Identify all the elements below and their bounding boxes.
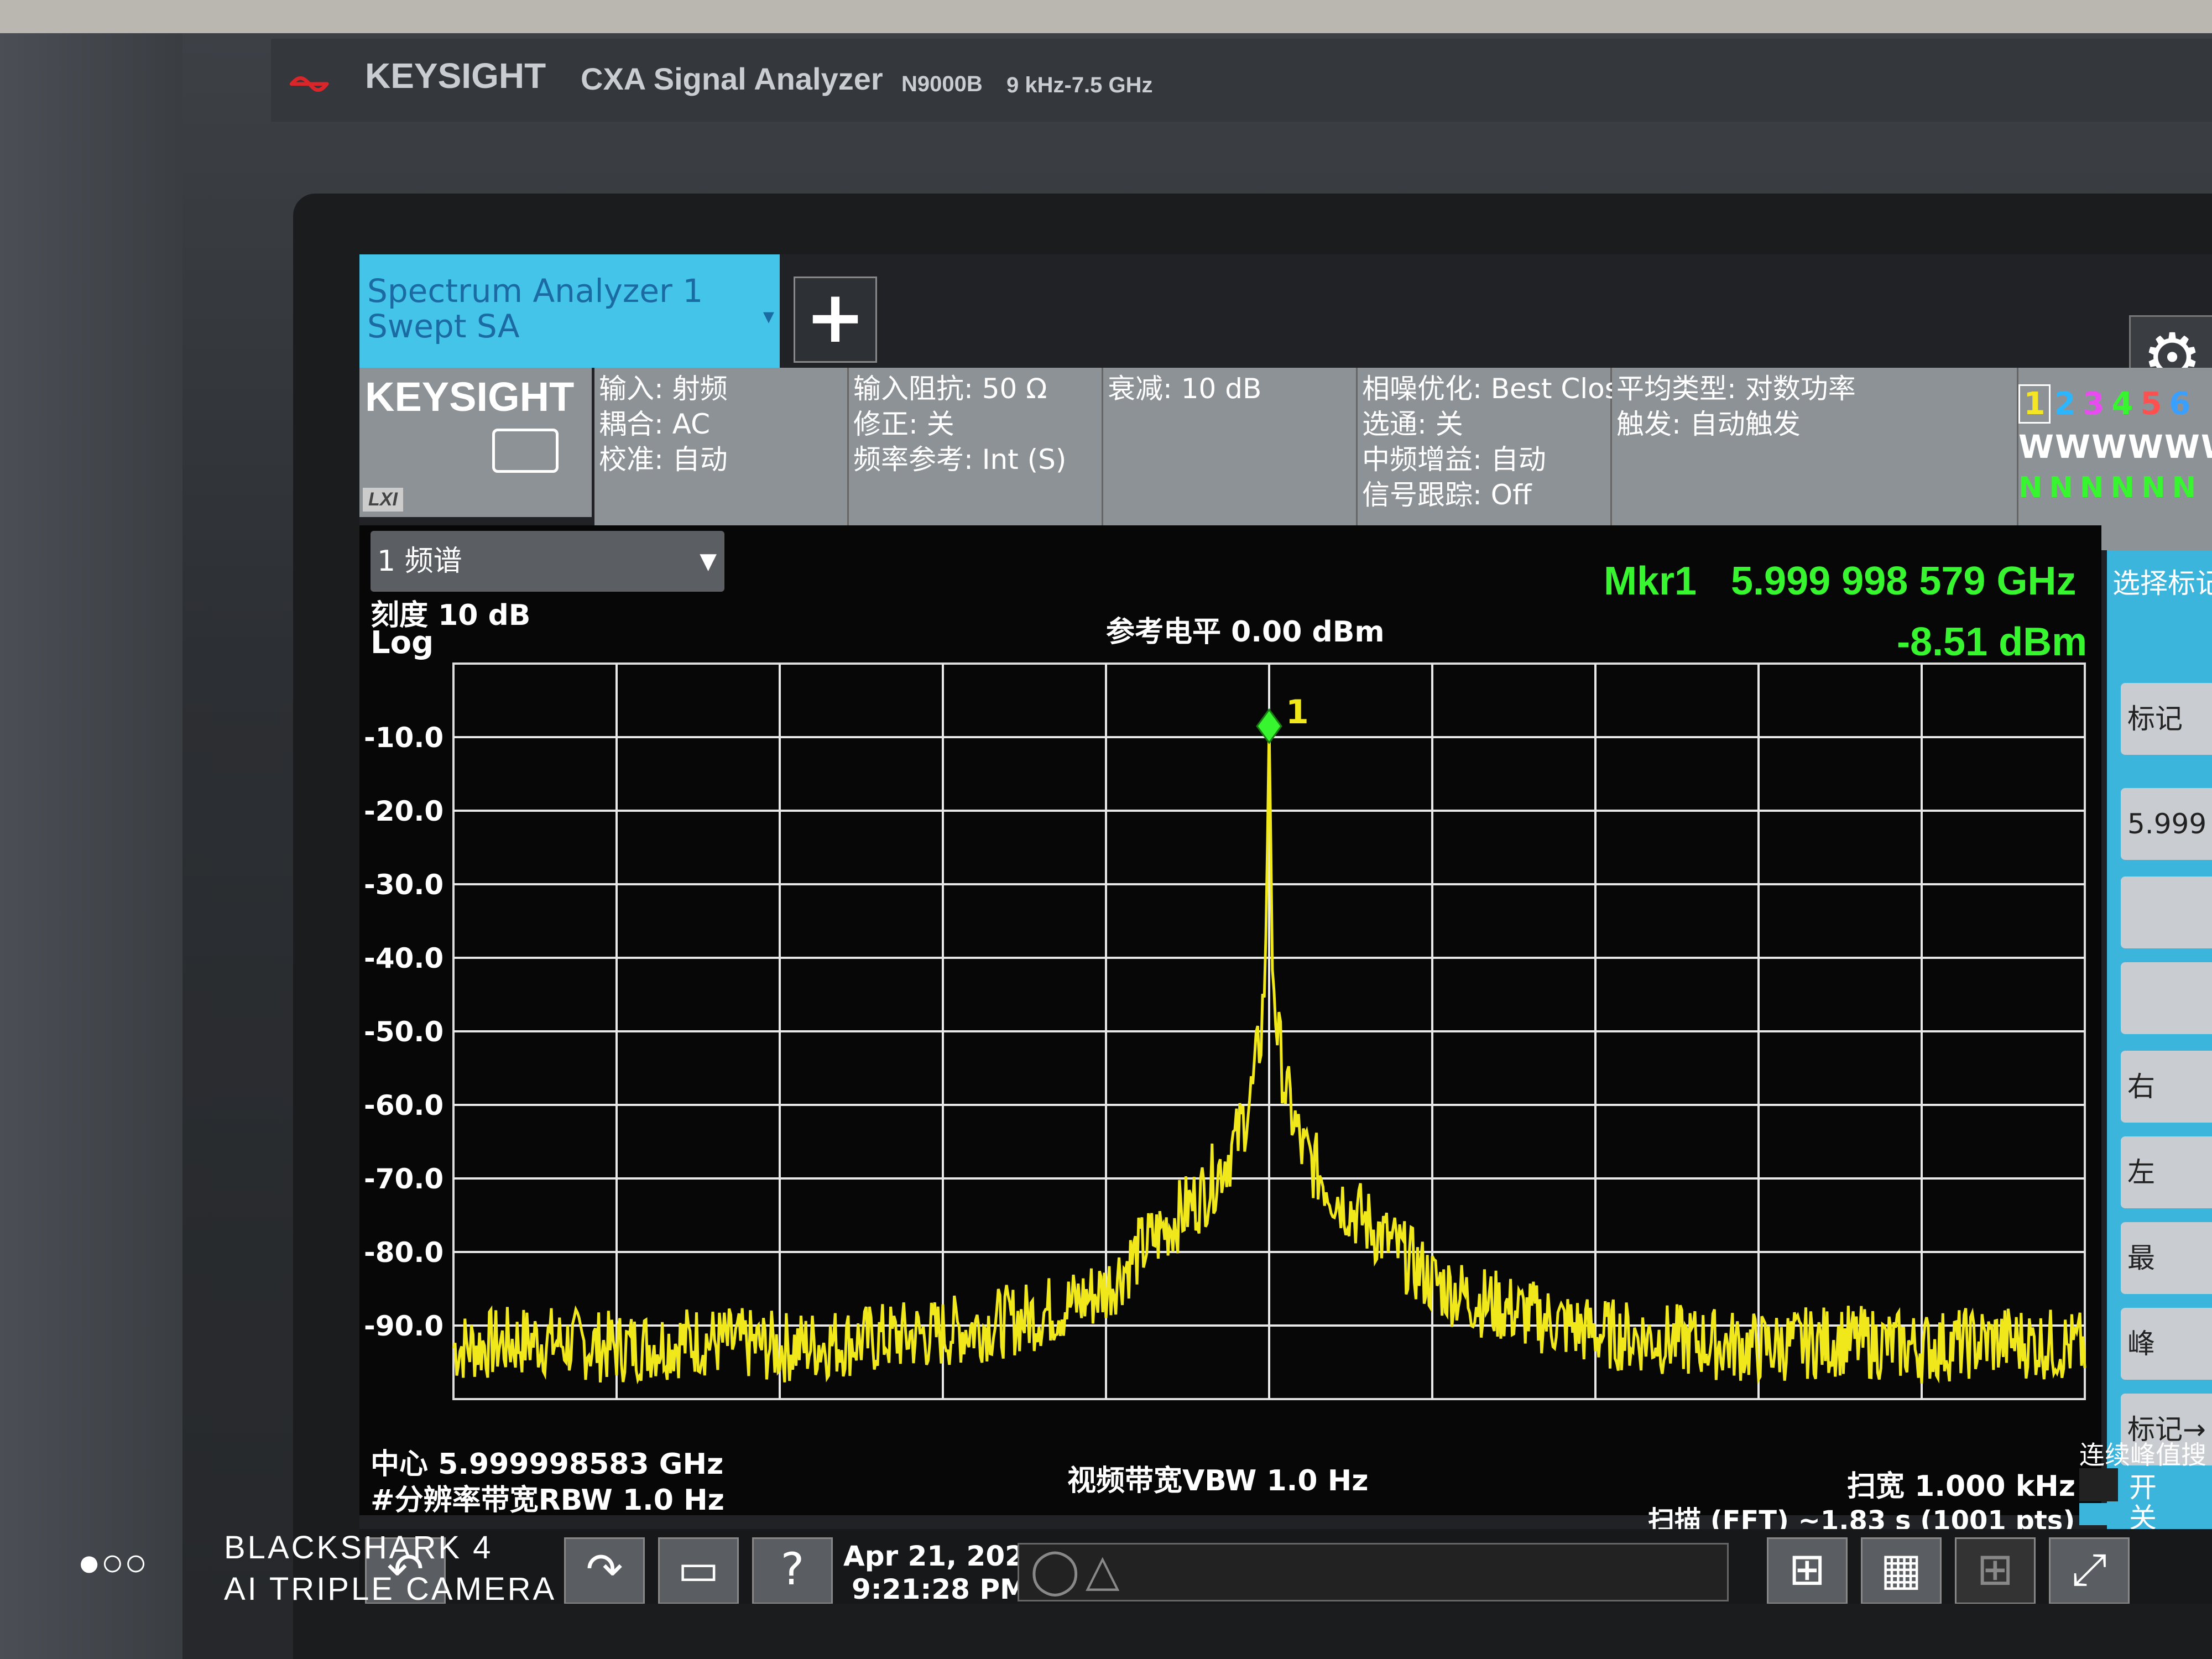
trace-number-6[interactable]: 6 [2166,386,2194,422]
setting-phase-noise: 相噪优化: Best Clos [1362,373,1619,405]
setting-correction: 修正: 关 [853,408,954,440]
y-tick-label: -60.0 [364,1089,444,1121]
tab-spectrum-analyzer[interactable]: Spectrum Analyzer 1 Swept SA ▾ [359,254,780,368]
y-tick-label: -30.0 [364,869,444,901]
view-selector[interactable]: 1 频谱 ▼ [371,531,724,592]
y-tick-label: -70.0 [364,1163,444,1195]
setting-attenuation: 衰减: 10 dB [1108,373,1262,405]
message-icon: ◯ [1030,1545,1080,1596]
trace-number-5[interactable]: 5 [2137,386,2166,422]
softkey-blank-2[interactable] [2121,962,2212,1034]
softkey-marker-value[interactable]: 5.999 [2121,788,2212,860]
softkey-blank-1[interactable] [2121,877,2212,948]
help-icon[interactable]: ? [752,1537,833,1604]
tab-title: Spectrum Analyzer 1 [367,272,703,310]
softkey-next-right[interactable]: 右 [2121,1051,2212,1123]
instrument-side-panel [0,33,182,1659]
continuous-peak-on[interactable] [2079,1468,2118,1501]
brand-name: KEYSIGHT [365,56,546,96]
y-tick-label: -10.0 [364,722,444,754]
y-tick-label: -90.0 [364,1310,444,1342]
marker-readout-freq: 5.999 998 579 GHz [1731,559,2077,603]
setting-input: 输入: 射频 [599,373,728,405]
softkey-max[interactable]: 最 [2121,1222,2212,1294]
keysight-logo-icon: ⏦ [288,50,331,112]
settings-input[interactable]: 输入: 射频 耦合: AC 校准: 自动 [594,368,849,550]
continuous-peak-off[interactable] [2079,1503,2118,1525]
layout-icon[interactable]: ⊞ [1767,1537,1848,1604]
setting-impedance: 输入阻抗: 50 Ω [853,373,1047,405]
folder-icon[interactable]: ▭ [658,1537,739,1604]
settings-phase-noise[interactable]: 相噪优化: Best Clos 选通: 关 中频增益: 自动 信号跟踪: Off [1358,368,1619,550]
model-name: CXA Signal Analyzer [581,61,883,96]
y-tick-label: -50.0 [364,1016,444,1048]
camera-dots-icon: ●○○ [77,1541,148,1584]
y-tick-label: -80.0 [364,1237,444,1269]
trace-number-2[interactable]: 2 [2051,386,2079,422]
logo-text: KEYSIGHT [365,374,575,420]
softkey-marker[interactable]: 标记 [2121,683,2212,755]
redo-icon[interactable]: ↷ [564,1537,645,1604]
trace-number-1[interactable]: 1 [2018,384,2051,424]
add-screen-button[interactable]: + [794,276,877,363]
marker-1-label: 1 [1286,693,1309,732]
watermark-line2: AI TRIPLE CAMERA [224,1571,557,1607]
span: 扫宽 1.000 kHz [1847,1470,2076,1503]
tab-dropdown-icon: ▾ [763,304,774,329]
settings-attenuation[interactable]: 衰减: 10 dB [1103,368,1358,550]
trace-types: WWWWWW [2018,428,2212,466]
setting-calibration: 校准: 自动 [599,444,728,476]
setting-signal-track: 信号跟踪: Off [1362,479,1532,511]
model-number: N9000B [901,72,983,96]
brand-strip: ⏦ KEYSIGHT CXA Signal Analyzer N9000B 9 … [271,39,2212,122]
setting-gate: 选通: 关 [1362,408,1463,440]
tab-subtitle: Swept SA [367,307,520,345]
background-wall [0,0,2212,33]
watermark-line1: BLACKSHARK 4 [224,1530,493,1566]
softkey-title: 选择标记 [2112,567,2212,599]
marker-readout-label: Mkr1 [1604,559,1697,603]
setting-average-type: 平均类型: 对数功率 [1616,373,1856,405]
settings-average[interactable]: 平均类型: 对数功率 触发: 自动触发 [1612,368,2018,550]
softkey-panel: 选择标记 标记 5.999 右 左 最 峰 标 [2107,550,2212,1535]
y-tick-label: -40.0 [364,942,444,974]
remote-icon[interactable] [492,429,559,473]
video-bandwidth: 视频带宽VBW 1.0 Hz [1067,1464,1369,1498]
fullscreen-icon[interactable]: ⤢ [2049,1537,2130,1604]
marker-1[interactable]: 1 [1256,693,1309,744]
trace-number-4[interactable]: 4 [2108,386,2137,422]
trace-detectors: NNNNNN [2018,471,2203,504]
status-time: 9:21:28 PM [852,1573,1027,1604]
y-tick-label: -20.0 [364,795,444,827]
setting-if-gain: 中频增益: 自动 [1362,444,1546,476]
setting-coupling: 耦合: AC [599,408,710,440]
window-grid-icon[interactable]: ⊞ [1955,1537,2036,1604]
setting-freq-ref: 频率参考: Int (S) [853,444,1067,476]
trace-number-3[interactable]: 3 [2079,386,2108,422]
view-selector-label: 1 频谱 [377,545,462,578]
center-frequency: 中心 5.999998583 GHz [371,1448,724,1481]
warning-icon: △ [1086,1545,1120,1596]
y-axis-ticks: -10.0 -20.0 -30.0 -40.0 -50.0 -60.0 -70.0 -80.0… [364,722,444,1342]
resolution-bandwidth: #分辨率带宽RBW 1.0 Hz [371,1484,724,1517]
softkey-next-left[interactable]: 左 [2121,1136,2212,1208]
freq-range: 9 kHz-7.5 GHz [1006,73,1153,97]
keysight-logo: KEYSIGHT LXI [359,368,592,517]
message-bar[interactable]: ◯ △ [1018,1543,1729,1601]
trace-numbers: 123456 [2018,384,2212,424]
softkey-peak[interactable]: 峰 [2121,1308,2212,1380]
settings-impedance[interactable]: 输入阻抗: 50 Ω 修正: 关 频率参考: Int (S) [849,368,1103,550]
touch-icon[interactable]: ▦ [1861,1537,1942,1604]
lxi-badge: LXI [363,488,403,512]
trace-indicator[interactable]: 123456 WWWWWW NNNNNN [2018,368,2212,550]
chevron-down-icon: ▼ [700,549,717,574]
analyzer-screen: Spectrum Analyzer 1 Swept SA ▾ + ⚙ KEYSI… [359,254,2212,1604]
status-date: Apr 21, 2024 [843,1540,1044,1572]
setting-trigger: 触发: 自动触发 [1616,408,1801,440]
spectrum-chart[interactable]: -10.0 -20.0 -30.0 -40.0 -50.0 -60.0 -70.0 -80.0… [359,641,2101,1460]
